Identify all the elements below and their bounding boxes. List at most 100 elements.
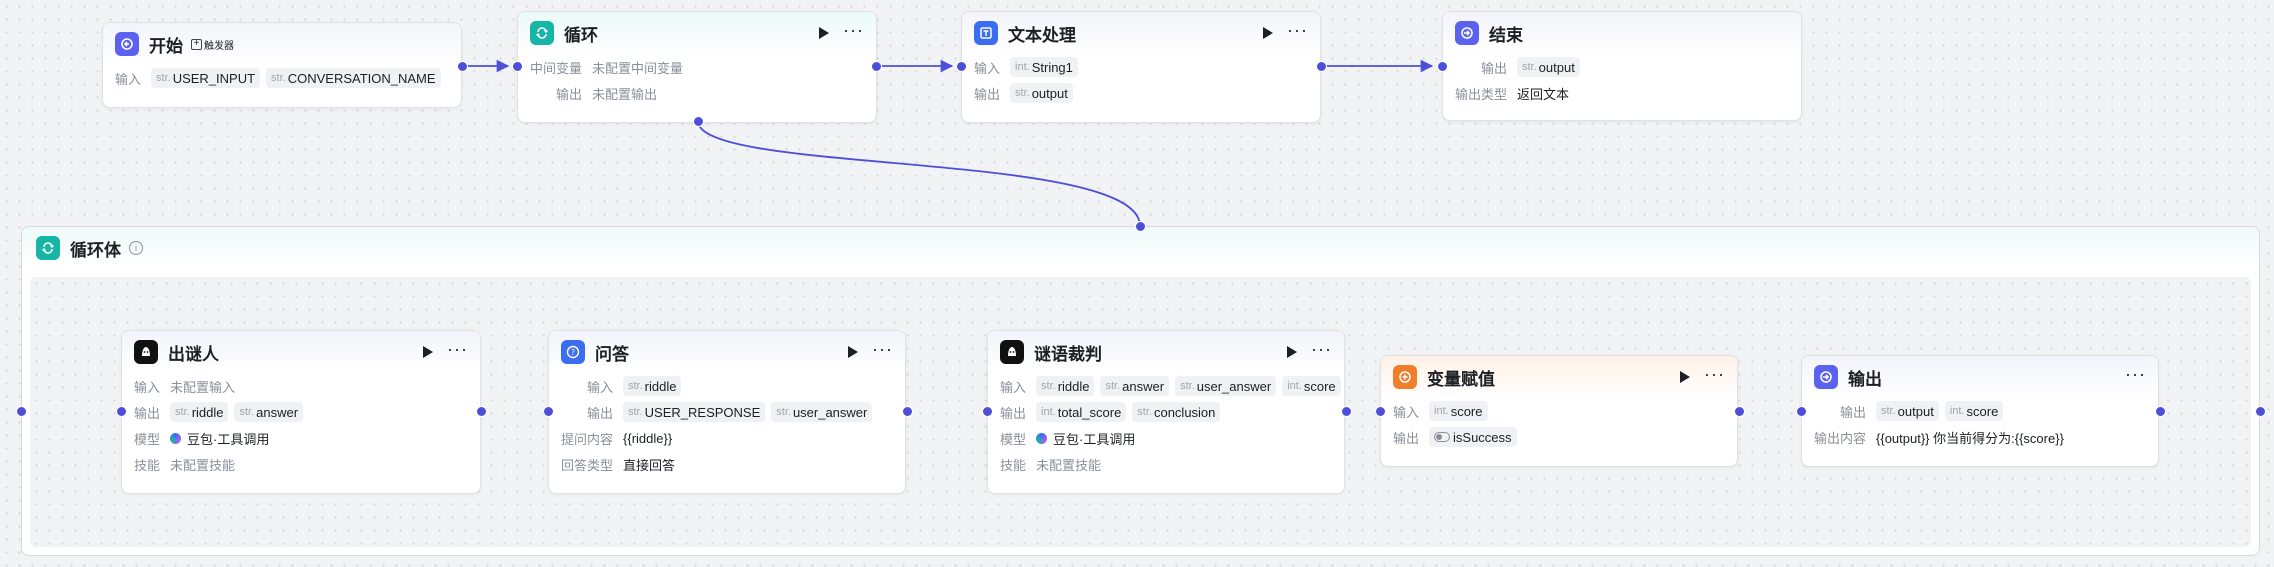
port-out[interactable] bbox=[1734, 406, 1745, 417]
more-button[interactable]: ··· bbox=[843, 21, 864, 41]
var-tag: str. output bbox=[1517, 57, 1580, 77]
edge-loop-body[interactable] bbox=[697, 120, 1141, 227]
content-label: 输出内容 bbox=[1814, 430, 1867, 446]
output-type-value: 返回文本 bbox=[1517, 86, 1570, 102]
node-title: 谜语裁判 bbox=[1034, 344, 1102, 364]
start-icon bbox=[115, 32, 139, 56]
info-icon[interactable]: i bbox=[129, 241, 143, 255]
run-button[interactable] bbox=[423, 346, 434, 358]
output-label: 输出 bbox=[555, 86, 582, 102]
more-button[interactable]: ··· bbox=[1287, 21, 1308, 41]
port-body[interactable] bbox=[693, 116, 704, 127]
var-tag: str. output bbox=[1876, 401, 1939, 421]
input-value: 未配置输入 bbox=[170, 379, 236, 395]
var-tag: int. score bbox=[1944, 401, 2004, 421]
node-end[interactable]: 结束 输出 str. output 输出类型 返回文本 bbox=[1442, 11, 1802, 121]
var-tag: int. score bbox=[1282, 376, 1341, 396]
port-in[interactable] bbox=[116, 406, 127, 417]
node-title: 开始 bbox=[149, 36, 183, 56]
content-value: {{output}} 你当前得分为:{{score}} bbox=[1876, 430, 2064, 446]
port-body-in[interactable] bbox=[1135, 221, 1146, 232]
port-in[interactable] bbox=[1375, 406, 1386, 417]
var-tag: str. CONVERSATION_NAME bbox=[266, 68, 441, 88]
node-title: 输出 bbox=[1848, 369, 1882, 389]
port-in[interactable] bbox=[512, 61, 523, 72]
model-label: 模型 bbox=[134, 431, 161, 447]
input-label: 输入 bbox=[586, 379, 613, 395]
model-value: 豆包·工具调用 bbox=[1053, 431, 1136, 447]
question-label: 提问内容 bbox=[561, 431, 614, 447]
node-start[interactable]: 开始 + 触发器 输入 str. USER_INPUT str. CONVERSATI… bbox=[102, 22, 462, 108]
more-button[interactable]: ··· bbox=[447, 340, 468, 360]
node-assign[interactable]: 变量赋值 ··· 输入 int. score 输出 isSuccess bbox=[1380, 355, 1738, 467]
model-value: 豆包·工具调用 bbox=[187, 431, 270, 447]
input-label: 输入 bbox=[1393, 404, 1420, 420]
skill-value: 未配置技能 bbox=[1036, 457, 1102, 473]
port-out[interactable] bbox=[1316, 61, 1327, 72]
node-loop[interactable]: 循环 ··· 中间变量 未配置中间变量 输出 未配置输出 bbox=[517, 11, 877, 123]
input-label: 输入 bbox=[974, 60, 1001, 76]
run-button[interactable] bbox=[819, 27, 830, 39]
output-icon bbox=[1814, 365, 1838, 389]
port-out[interactable] bbox=[902, 406, 913, 417]
port-in[interactable] bbox=[956, 61, 967, 72]
port-out[interactable] bbox=[476, 406, 487, 417]
answer-type-value: 直接回答 bbox=[623, 457, 676, 473]
run-button[interactable] bbox=[1263, 27, 1274, 39]
port-out[interactable] bbox=[871, 61, 882, 72]
port-in[interactable] bbox=[1437, 61, 1448, 72]
loop-body-title: 循环体 bbox=[70, 240, 121, 260]
port-out[interactable] bbox=[2155, 406, 2166, 417]
port-in[interactable] bbox=[543, 406, 554, 417]
toggle-icon bbox=[1434, 432, 1451, 442]
more-button[interactable]: ··· bbox=[872, 340, 893, 360]
run-button[interactable] bbox=[1287, 346, 1298, 358]
var-tag: str. USER_RESPONSE bbox=[623, 402, 766, 422]
output-label: 输出 bbox=[1000, 405, 1027, 421]
var-tag: int. score bbox=[1429, 401, 1488, 421]
output-value: 未配置输出 bbox=[592, 86, 658, 102]
port-body-left[interactable] bbox=[16, 406, 27, 417]
port-in[interactable] bbox=[1796, 406, 1807, 417]
llm-icon bbox=[1000, 340, 1024, 364]
input-label: 输入 bbox=[134, 379, 161, 395]
var-tag: str. output bbox=[1010, 83, 1073, 103]
port-out[interactable] bbox=[457, 61, 468, 72]
input-label: 输入 bbox=[115, 71, 142, 87]
more-button[interactable]: ··· bbox=[1704, 365, 1725, 385]
node-riddler[interactable]: 出谜人 ··· 输入 未配置输入 输出 str. riddle str. answe… bbox=[121, 330, 481, 494]
more-button[interactable]: ··· bbox=[1311, 340, 1332, 360]
port-out[interactable] bbox=[1341, 406, 1352, 417]
workflow-canvas[interactable]: 开始 + 触发器 输入 str. USER_INPUT str. CONVERSATI… bbox=[0, 0, 2274, 567]
node-judge[interactable]: 谜语裁判 ··· 输入 str. riddle str. answer str. us… bbox=[987, 330, 1345, 494]
node-title: 循环 bbox=[564, 25, 598, 45]
node-text-processing[interactable]: 文本处理 ··· 输入 int. String1 输出 str. output bbox=[961, 11, 1321, 123]
run-button[interactable] bbox=[1680, 371, 1691, 383]
var-tag: int. total_score bbox=[1036, 402, 1127, 422]
model-icon bbox=[1036, 432, 1048, 444]
intermediate-label: 中间变量 bbox=[530, 60, 583, 76]
intermediate-value: 未配置中间变量 bbox=[592, 60, 684, 76]
output-type-label: 输出类型 bbox=[1455, 86, 1508, 102]
port-in[interactable] bbox=[982, 406, 993, 417]
run-button[interactable] bbox=[848, 346, 859, 358]
var-tag: isSuccess bbox=[1429, 427, 1517, 447]
end-icon bbox=[1455, 21, 1479, 45]
var-tag: str. answer bbox=[234, 402, 304, 422]
output-label: 输出 bbox=[586, 405, 613, 421]
input-label: 输入 bbox=[1000, 379, 1027, 395]
output-label: 输出 bbox=[134, 405, 161, 421]
skill-label: 技能 bbox=[1000, 457, 1027, 473]
var-tag: int. String1 bbox=[1010, 57, 1078, 77]
var-tag: str. conclusion bbox=[1132, 402, 1221, 422]
more-button[interactable]: ··· bbox=[2125, 365, 2146, 385]
node-output[interactable]: 输出 ··· 输出 str. output int. score 输出内容 {{ou… bbox=[1801, 355, 2159, 467]
var-tag: str. riddle bbox=[623, 376, 682, 396]
assign-icon bbox=[1393, 365, 1417, 389]
port-body-right[interactable] bbox=[2255, 406, 2266, 417]
trigger-tag[interactable]: + 触发器 bbox=[191, 37, 234, 52]
node-title: 结束 bbox=[1489, 25, 1523, 45]
node-qa[interactable]: ? 问答 ··· 输入 str. riddle 输出 str. USER_RESPO… bbox=[548, 330, 906, 494]
question-icon: ? bbox=[561, 340, 585, 364]
loop-body-icon bbox=[36, 236, 60, 260]
